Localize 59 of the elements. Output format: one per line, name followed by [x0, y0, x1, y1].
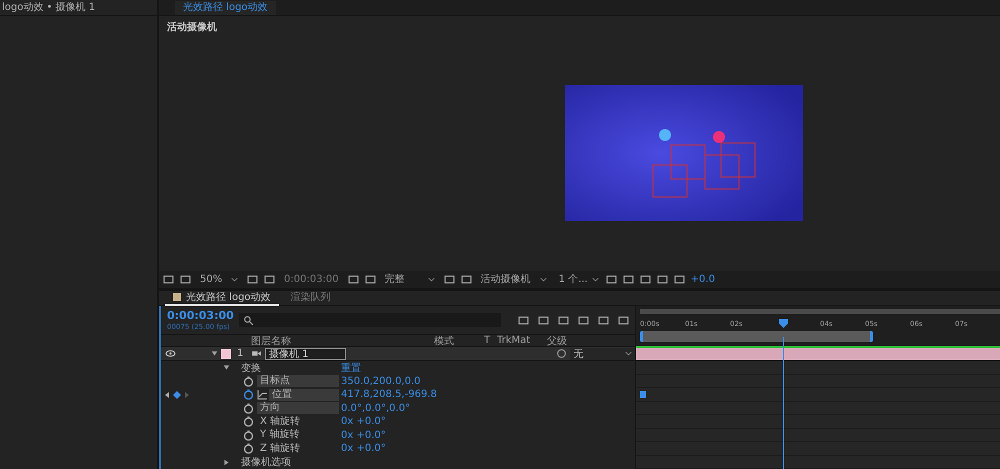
- property-value[interactable]: 350.0,200.0,0.0: [341, 376, 421, 387]
- stopwatch-icon[interactable]: [243, 389, 254, 400]
- dropdown-chevron-icon[interactable]: [231, 276, 238, 283]
- keyframe-navigator-icon[interactable]: [165, 390, 189, 399]
- property-group-name: 变换: [241, 362, 261, 375]
- column-header: 父级: [547, 334, 567, 348]
- view-dropdown[interactable]: 活动摄像机: [478, 272, 550, 286]
- timeline-tab[interactable]: 光效路径 logo动效: [165, 290, 279, 306]
- stopwatch-icon[interactable]: [243, 443, 254, 454]
- view-label: 活动摄像机: [166, 20, 217, 34]
- property-name: 方向: [257, 402, 339, 414]
- expanded-caret-icon[interactable]: [211, 350, 218, 357]
- current-time[interactable]: 0:00:03:00: [167, 309, 234, 323]
- panel-title: logo动效 • 摄像机 1: [0, 0, 157, 16]
- column-header: TrkMat: [497, 335, 530, 346]
- dropdown-chevron-icon[interactable]: [428, 276, 435, 283]
- views-dropdown[interactable]: 1 个...: [556, 272, 600, 286]
- dropdown-chevron-icon[interactable]: [592, 276, 599, 283]
- property-value[interactable]: 0x +0.0°: [341, 443, 386, 454]
- stopwatch-icon[interactable]: [243, 376, 254, 387]
- composition-icon: [173, 293, 181, 301]
- property-value[interactable]: 417.8,208.5,-969.8: [341, 389, 437, 400]
- playhead-handle-icon[interactable]: [779, 319, 788, 328]
- zoom-dropdown[interactable]: 50%: [197, 272, 241, 286]
- property-group-name: 摄像机选项: [241, 456, 291, 469]
- graph-icon[interactable]: [257, 389, 268, 400]
- stopwatch-icon[interactable]: [243, 430, 254, 441]
- timecode-field[interactable]: 0:00:03:00: [281, 272, 342, 286]
- resolution-dropdown[interactable]: 完整: [382, 272, 438, 286]
- label-color-swatch[interactable]: [221, 348, 231, 358]
- expanded-caret-icon[interactable]: [223, 364, 230, 372]
- property-name: Y 轴旋转: [259, 429, 300, 442]
- property-name: X 轴旋转: [259, 416, 302, 428]
- layer-index: 1: [237, 348, 244, 359]
- dropdown-chevron-icon[interactable]: [625, 350, 632, 357]
- dropdown-chevron-icon[interactable]: [540, 276, 547, 283]
- stopwatch-icon[interactable]: [243, 416, 254, 428]
- stopwatch-icon[interactable]: [243, 402, 254, 414]
- keyframe-marker[interactable]: [640, 391, 646, 398]
- property-value[interactable]: 0.0°,0.0°,0.0°: [341, 402, 410, 414]
- eye-icon[interactable]: [165, 348, 176, 359]
- property-name: 位置: [269, 388, 339, 401]
- search-field[interactable]: [239, 313, 501, 327]
- column-header: 模式: [434, 334, 454, 348]
- collapsed-caret-icon[interactable]: [223, 458, 230, 466]
- search-icon: [243, 314, 254, 326]
- column-header: T: [484, 335, 490, 346]
- composition-tab[interactable]: 光效路径 logo动效: [175, 0, 276, 14]
- pick-whip-icon[interactable]: [556, 348, 568, 359]
- timeline-tab[interactable]: 渲染队列: [282, 290, 339, 306]
- property-value[interactable]: 0x +0.0°: [341, 416, 386, 428]
- property-name: 目标点: [257, 375, 339, 388]
- property-name: Z 轴旋转: [259, 442, 302, 455]
- layer-name-field[interactable]: 摄像机 1: [265, 348, 346, 360]
- exposure-value[interactable]: +0.0: [690, 274, 715, 285]
- reset-link[interactable]: 重置: [341, 360, 361, 375]
- column-header: 图层名称: [251, 334, 291, 348]
- property-value[interactable]: 0x +0.0°: [341, 430, 386, 441]
- parent-dropdown[interactable]: 无: [570, 348, 635, 360]
